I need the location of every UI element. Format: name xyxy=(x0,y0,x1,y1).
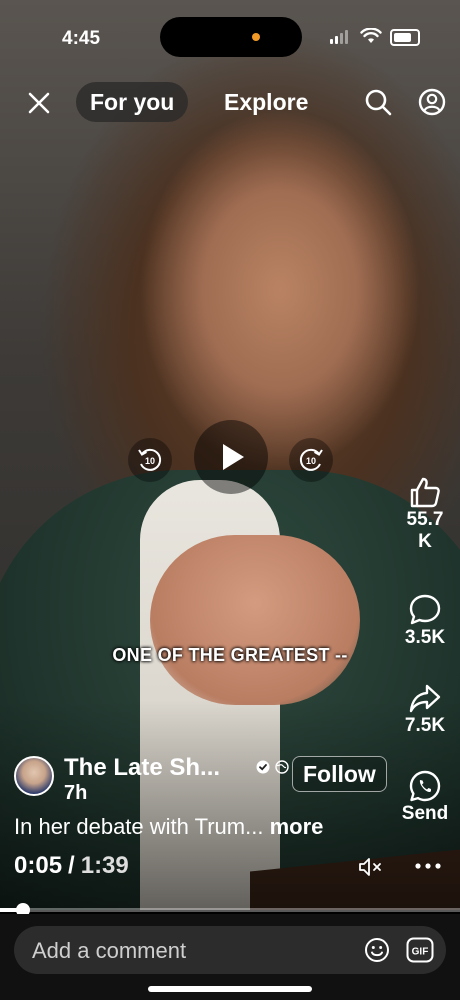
dynamic-island xyxy=(160,17,302,57)
svg-text:GIF: GIF xyxy=(412,947,429,958)
author-name[interactable]: The Late Sh... xyxy=(64,754,220,782)
search-icon[interactable] xyxy=(364,88,392,116)
author-badges xyxy=(256,760,289,774)
battery-icon xyxy=(390,29,420,46)
globe-icon xyxy=(275,760,289,774)
share-count: 7.5K xyxy=(404,715,446,736)
play-icon xyxy=(223,444,244,470)
mute-icon[interactable] xyxy=(358,856,384,878)
svg-text:10: 10 xyxy=(145,456,155,466)
description-text: In her debate with Trum... xyxy=(14,814,264,839)
avatar[interactable] xyxy=(14,756,54,796)
video-caption: ONE OF THE GREATEST -- xyxy=(112,645,348,665)
tab-for-you[interactable]: For you xyxy=(76,82,189,122)
forward-10-icon: 10 xyxy=(299,448,323,471)
comment-box: GIF xyxy=(14,926,446,976)
status-time: 4:45 xyxy=(62,28,101,49)
time-separator: / xyxy=(68,852,75,879)
play-button[interactable] xyxy=(194,420,268,494)
replay-10-button[interactable]: 10 xyxy=(128,438,172,482)
like-button[interactable]: 55.7 K xyxy=(390,475,460,553)
like-count: 55.7 xyxy=(406,509,444,530)
share-arrow-icon xyxy=(409,684,441,713)
tab-explore[interactable]: Explore xyxy=(210,82,322,122)
playback-time: 0:05/1:39 xyxy=(14,852,129,880)
follow-button[interactable]: Follow xyxy=(292,756,387,792)
emoji-icon[interactable] xyxy=(364,937,390,963)
close-icon[interactable] xyxy=(26,90,52,116)
cellular-signal-icon xyxy=(330,30,348,44)
replay-10-icon: 10 xyxy=(138,448,162,471)
comment-input[interactable] xyxy=(30,926,334,976)
more-link[interactable]: more xyxy=(270,814,324,839)
post-description[interactable]: In her debate with Trum... more xyxy=(14,814,323,840)
more-dots-icon[interactable] xyxy=(414,858,442,874)
progress-bar[interactable] xyxy=(0,903,460,917)
send-button[interactable]: Send xyxy=(390,769,460,825)
thumbs-up-icon xyxy=(410,477,440,508)
top-nav: For you Explore xyxy=(0,80,460,124)
forward-10-button[interactable]: 10 xyxy=(289,438,333,482)
video-subject-hands xyxy=(150,535,360,705)
whatsapp-icon xyxy=(409,770,441,802)
gif-icon[interactable]: GIF xyxy=(406,937,434,963)
like-count-suffix: K xyxy=(418,531,432,552)
send-label: Send xyxy=(401,803,449,824)
privacy-indicator-dot xyxy=(252,33,260,41)
share-button[interactable]: 7.5K xyxy=(390,681,460,737)
svg-text:10: 10 xyxy=(306,456,316,466)
home-indicator xyxy=(148,986,312,992)
comment-bubble-icon xyxy=(409,594,441,625)
total-time: 1:39 xyxy=(80,852,129,879)
comment-button[interactable]: 3.5K xyxy=(390,593,460,649)
comment-bar: GIF xyxy=(0,914,460,1000)
wifi-icon xyxy=(360,28,382,43)
profile-icon[interactable] xyxy=(418,88,446,116)
posted-time: 7h xyxy=(64,782,88,804)
verified-icon xyxy=(256,760,270,774)
elapsed-time: 0:05 xyxy=(14,852,63,879)
status-bar: 4:45 xyxy=(0,0,460,70)
